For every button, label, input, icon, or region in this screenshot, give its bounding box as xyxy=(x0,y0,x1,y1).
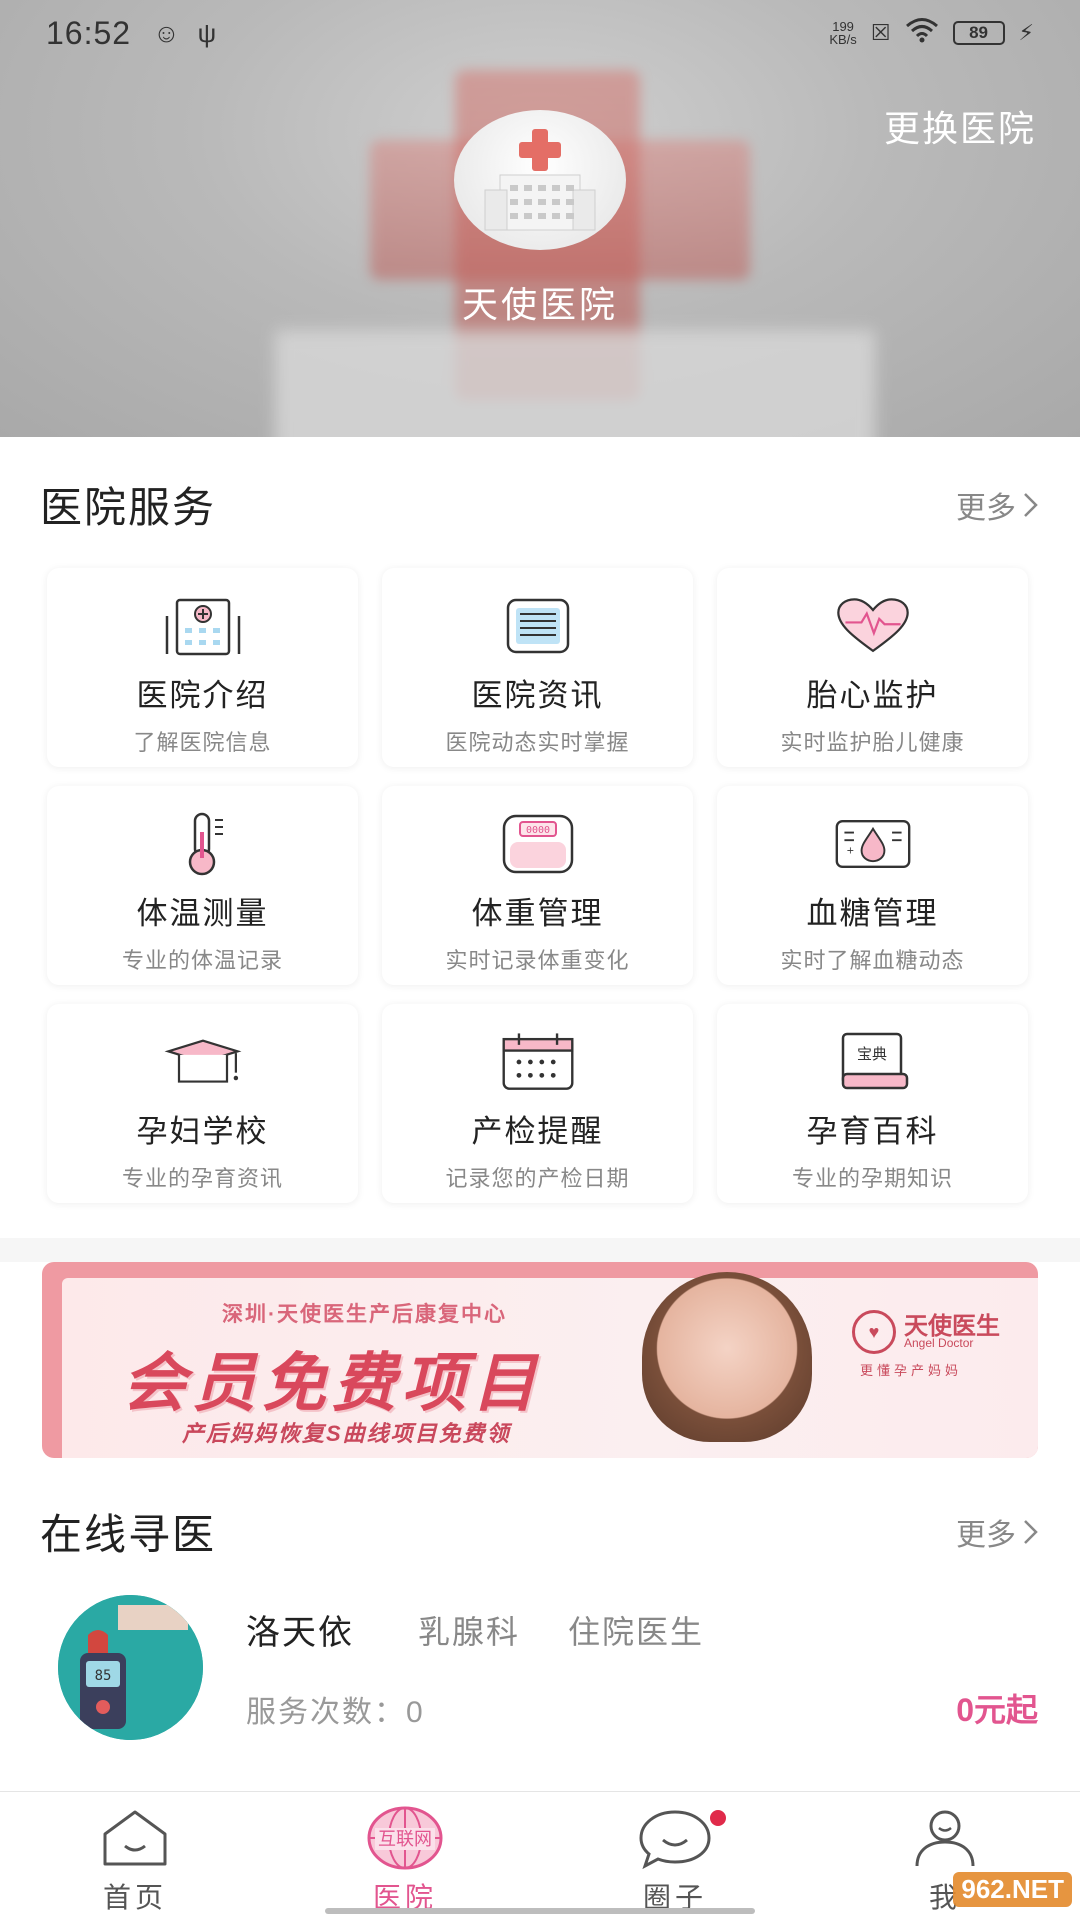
svg-text:+: + xyxy=(846,846,854,857)
service-card-pregnancy-encyclopedia[interactable]: 宝典 孕育百科 专业的孕期知识 xyxy=(717,1004,1028,1203)
doctor-price: 0元起 xyxy=(956,1692,1038,1728)
service-desc: 专业的孕育资讯 xyxy=(121,1166,283,1191)
service-desc: 专业的孕期知识 xyxy=(791,1166,953,1191)
services-header: 医院服务 更多 xyxy=(40,474,1040,535)
online-doctor-more-link[interactable]: 更多 xyxy=(956,1510,1040,1554)
services-title: 医院服务 xyxy=(40,484,217,531)
doctor-department: 乳腺科 xyxy=(418,1614,521,1650)
promo-banner[interactable]: 深圳·天使医生产后康复中心 会员免费项目 产后妈妈恢复S曲线项目免费领 ♥ 天使… xyxy=(42,1262,1038,1458)
book-icon: 宝典 xyxy=(841,1032,908,1090)
hospital-building-icon xyxy=(484,129,596,231)
bottom-navigation: 首页 互联网 医院 圈子 我 xyxy=(0,1791,1080,1920)
banner-model-photo xyxy=(642,1272,812,1442)
chevron-right-icon xyxy=(1024,492,1038,517)
service-desc: 实时监护胎儿健康 xyxy=(780,730,965,755)
banner-tagline: 产后妈妈恢复S曲线项目免费领 xyxy=(182,1421,511,1446)
home-indicator[interactable] xyxy=(325,1908,755,1914)
user-icon xyxy=(915,1810,975,1867)
service-name: 胎心监护 xyxy=(806,678,939,713)
wifi-icon xyxy=(905,17,939,49)
calendar-icon xyxy=(502,1033,573,1090)
service-name: 医院介绍 xyxy=(136,678,269,713)
doctor-service-count: 服务次数：0 xyxy=(246,1696,425,1729)
thermometer-icon xyxy=(188,812,223,876)
service-card-fetal-heart[interactable]: 胎心监护 实时监护胎儿健康 xyxy=(717,568,1028,767)
home-icon xyxy=(103,1810,167,1866)
sim-off-icon: ☒ xyxy=(870,20,891,45)
hospital-hero: 16:52 ☺ ψ 199 KB/s ☒ 89 ⚡ 更换医院 天使医院 xyxy=(0,0,1080,437)
service-name: 医院资讯 xyxy=(471,678,604,713)
hero-pedestal-decoration xyxy=(275,330,875,437)
internet-globe-icon: 互联网 xyxy=(367,1806,443,1870)
doctor-position: 住院医生 xyxy=(568,1614,705,1650)
banner-brand-en: Angel Doctor xyxy=(904,1336,974,1350)
chat-bubble-icon xyxy=(639,1810,711,1870)
doctor-list-item[interactable]: 85 洛天依 乳腺科 住院医生 服务次数：0 0元起 xyxy=(58,1595,1038,1745)
svg-text:宝典: 宝典 xyxy=(856,1045,886,1063)
blood-drop-icon: + xyxy=(835,819,910,869)
change-hospital-button[interactable]: 更换医院 xyxy=(884,100,1036,152)
service-desc: 专业的体温记录 xyxy=(121,948,283,973)
service-card-hospital-news[interactable]: 医院资讯 医院动态实时掌握 xyxy=(382,568,693,767)
service-desc: 实时记录体重变化 xyxy=(445,948,630,973)
services-grid: 医院介绍 了解医院信息 医院资讯 医院动态实时掌握 胎心监护 实时监护胎儿健康 … xyxy=(47,568,1028,1203)
nav-item-circle[interactable]: 圈子 xyxy=(540,1792,810,1920)
service-card-weight[interactable]: 0000 体重管理 实时记录体重变化 xyxy=(382,786,693,985)
charging-icon: ⚡ xyxy=(1018,20,1034,45)
service-name: 孕育百科 xyxy=(806,1114,939,1149)
heartbeat-icon xyxy=(836,598,909,653)
service-desc: 医院动态实时掌握 xyxy=(445,730,630,755)
section-divider xyxy=(0,1238,1080,1262)
service-desc: 记录您的产检日期 xyxy=(445,1166,630,1191)
online-doctor-title: 在线寻医 xyxy=(40,1511,217,1558)
service-desc: 实时了解血糖动态 xyxy=(780,948,965,973)
svg-text:85: 85 xyxy=(95,1668,112,1684)
hospital-name: 天使医院 xyxy=(461,284,618,325)
online-doctor-header: 在线寻医 更多 xyxy=(40,1501,1040,1562)
service-name: 产检提醒 xyxy=(471,1114,604,1149)
service-card-pregnancy-school[interactable]: 孕妇学校 专业的孕育资讯 xyxy=(47,1004,358,1203)
site-watermark: 962.NET xyxy=(953,1872,1072,1907)
hospital-building-icon xyxy=(165,598,240,656)
hospital-page: 16:52 ☺ ψ 199 KB/s ☒ 89 ⚡ 更换医院 天使医院 医院服务… xyxy=(0,0,1080,1920)
graduation-cap-icon xyxy=(164,1039,241,1083)
nav-item-hospital[interactable]: 互联网 医院 xyxy=(270,1792,540,1920)
status-bar: 16:52 ☺ ψ 199 KB/s ☒ 89 ⚡ xyxy=(0,0,1080,66)
nav-item-home[interactable]: 首页 xyxy=(0,1792,270,1920)
chevron-right-icon xyxy=(1024,1519,1038,1544)
angel-doctor-logo: ♥ xyxy=(852,1310,896,1354)
status-time: 16:52 xyxy=(46,14,132,51)
hospital-avatar xyxy=(454,110,626,250)
banner-subtitle: 深圳·天使医生产后康复中心 xyxy=(222,1303,507,1326)
unread-badge xyxy=(710,1810,726,1826)
service-name: 孕妇学校 xyxy=(136,1114,269,1149)
banner-headline: 会员免费项目 xyxy=(122,1347,542,1419)
service-desc: 了解医院信息 xyxy=(133,730,272,755)
doctor-avatar: 85 xyxy=(58,1595,203,1740)
net-speed: 199 KB/s xyxy=(829,19,857,47)
battery-icon: 89 xyxy=(952,21,1005,45)
glucose-meter-illustration: 85 xyxy=(58,1595,203,1740)
service-name: 体温测量 xyxy=(136,896,269,931)
service-name: 体重管理 xyxy=(471,896,604,931)
banner-slogan: 更懂孕产妈妈 xyxy=(860,1363,963,1378)
notification-icon: ☺ xyxy=(153,17,180,48)
service-card-blood-sugar[interactable]: + 血糖管理 实时了解血糖动态 xyxy=(717,786,1028,985)
service-card-checkup-reminder[interactable]: 产检提醒 记录您的产检日期 xyxy=(382,1004,693,1203)
service-card-temperature[interactable]: 体温测量 专业的体温记录 xyxy=(47,786,358,985)
nav-label: 首页 xyxy=(102,1882,167,1913)
scale-icon: 0000 xyxy=(502,814,573,874)
service-name: 血糖管理 xyxy=(806,896,939,931)
services-more-link[interactable]: 更多 xyxy=(956,483,1040,527)
svg-text:0000: 0000 xyxy=(525,825,549,836)
news-list-icon xyxy=(506,598,569,654)
service-card-hospital-intro[interactable]: 医院介绍 了解医院信息 xyxy=(47,568,358,767)
usb-icon: ψ xyxy=(197,17,217,48)
doctor-name: 洛天依 xyxy=(246,1614,354,1652)
svg-text:互联网: 互联网 xyxy=(378,1829,432,1850)
